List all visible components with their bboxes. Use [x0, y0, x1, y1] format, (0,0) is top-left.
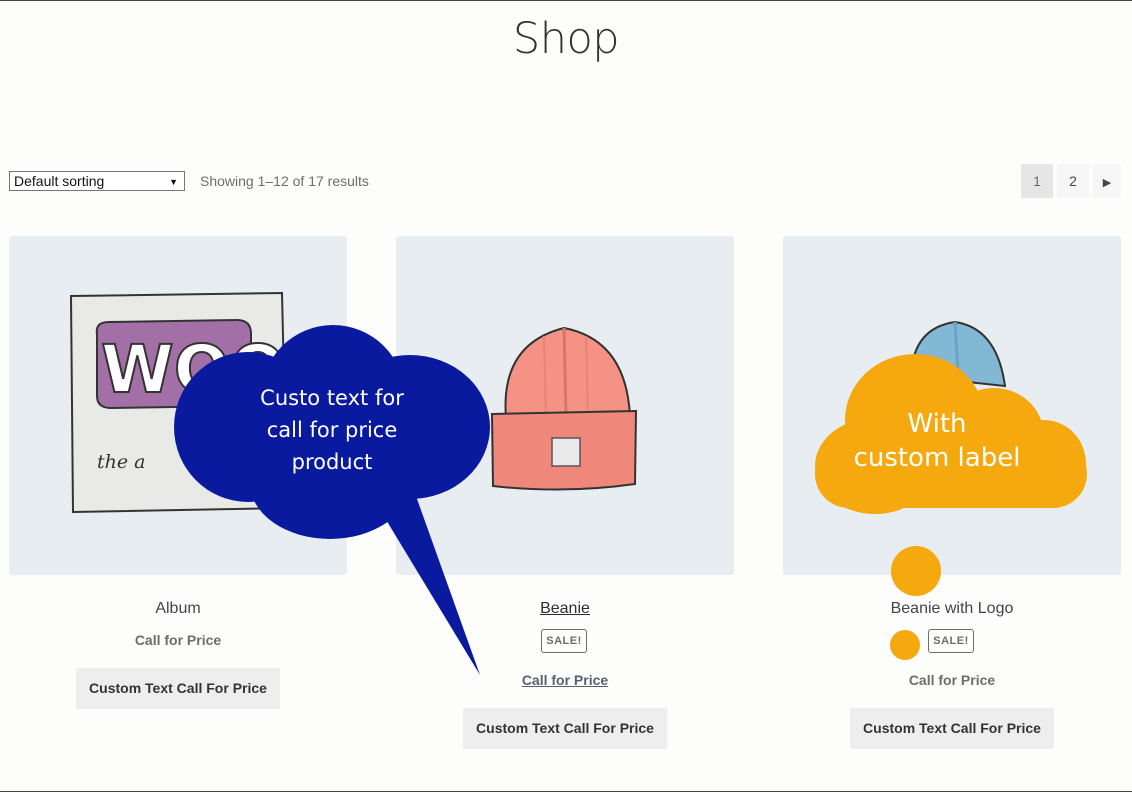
orange-callout-text: With custom label: [836, 407, 1038, 475]
caret-right-icon: ▶: [1102, 177, 1112, 189]
sorting-value: Default sorting: [14, 173, 105, 189]
result-count: Showing 1–12 of 17 results: [200, 173, 369, 189]
beanie-call-for-price-button[interactable]: Custom Text Call For Price: [463, 708, 667, 749]
blue-callout-line: Custo text for: [260, 386, 404, 410]
album-script-text: the a: [97, 451, 145, 473]
sale-badge-beanie: SALE!: [541, 629, 587, 653]
beanie-logo-call-for-price-button[interactable]: Custom Text Call For Price: [850, 708, 1054, 749]
page-1-button[interactable]: 1: [1021, 164, 1053, 198]
orange-callout-shape: [815, 354, 1087, 660]
blue-callout-shape: [174, 325, 490, 675]
blue-callout-line: product: [291, 450, 373, 474]
blue-callout-line: call for price: [266, 418, 398, 442]
dropdown-arrow-icon: ▼: [169, 177, 178, 187]
blue-callout-text: Custo text for call for price product: [212, 382, 452, 478]
page-title: Shop: [512, 14, 620, 64]
product-price-beanie-with-logo: Call for Price: [908, 672, 996, 688]
next-page-button[interactable]: ▶: [1093, 164, 1121, 198]
sorting-select[interactable]: Default sorting ▼: [9, 171, 185, 191]
orange-callout-line: custom label: [853, 443, 1021, 473]
orange-callout-line: With: [907, 409, 967, 439]
page-2-button[interactable]: 2: [1057, 164, 1089, 198]
